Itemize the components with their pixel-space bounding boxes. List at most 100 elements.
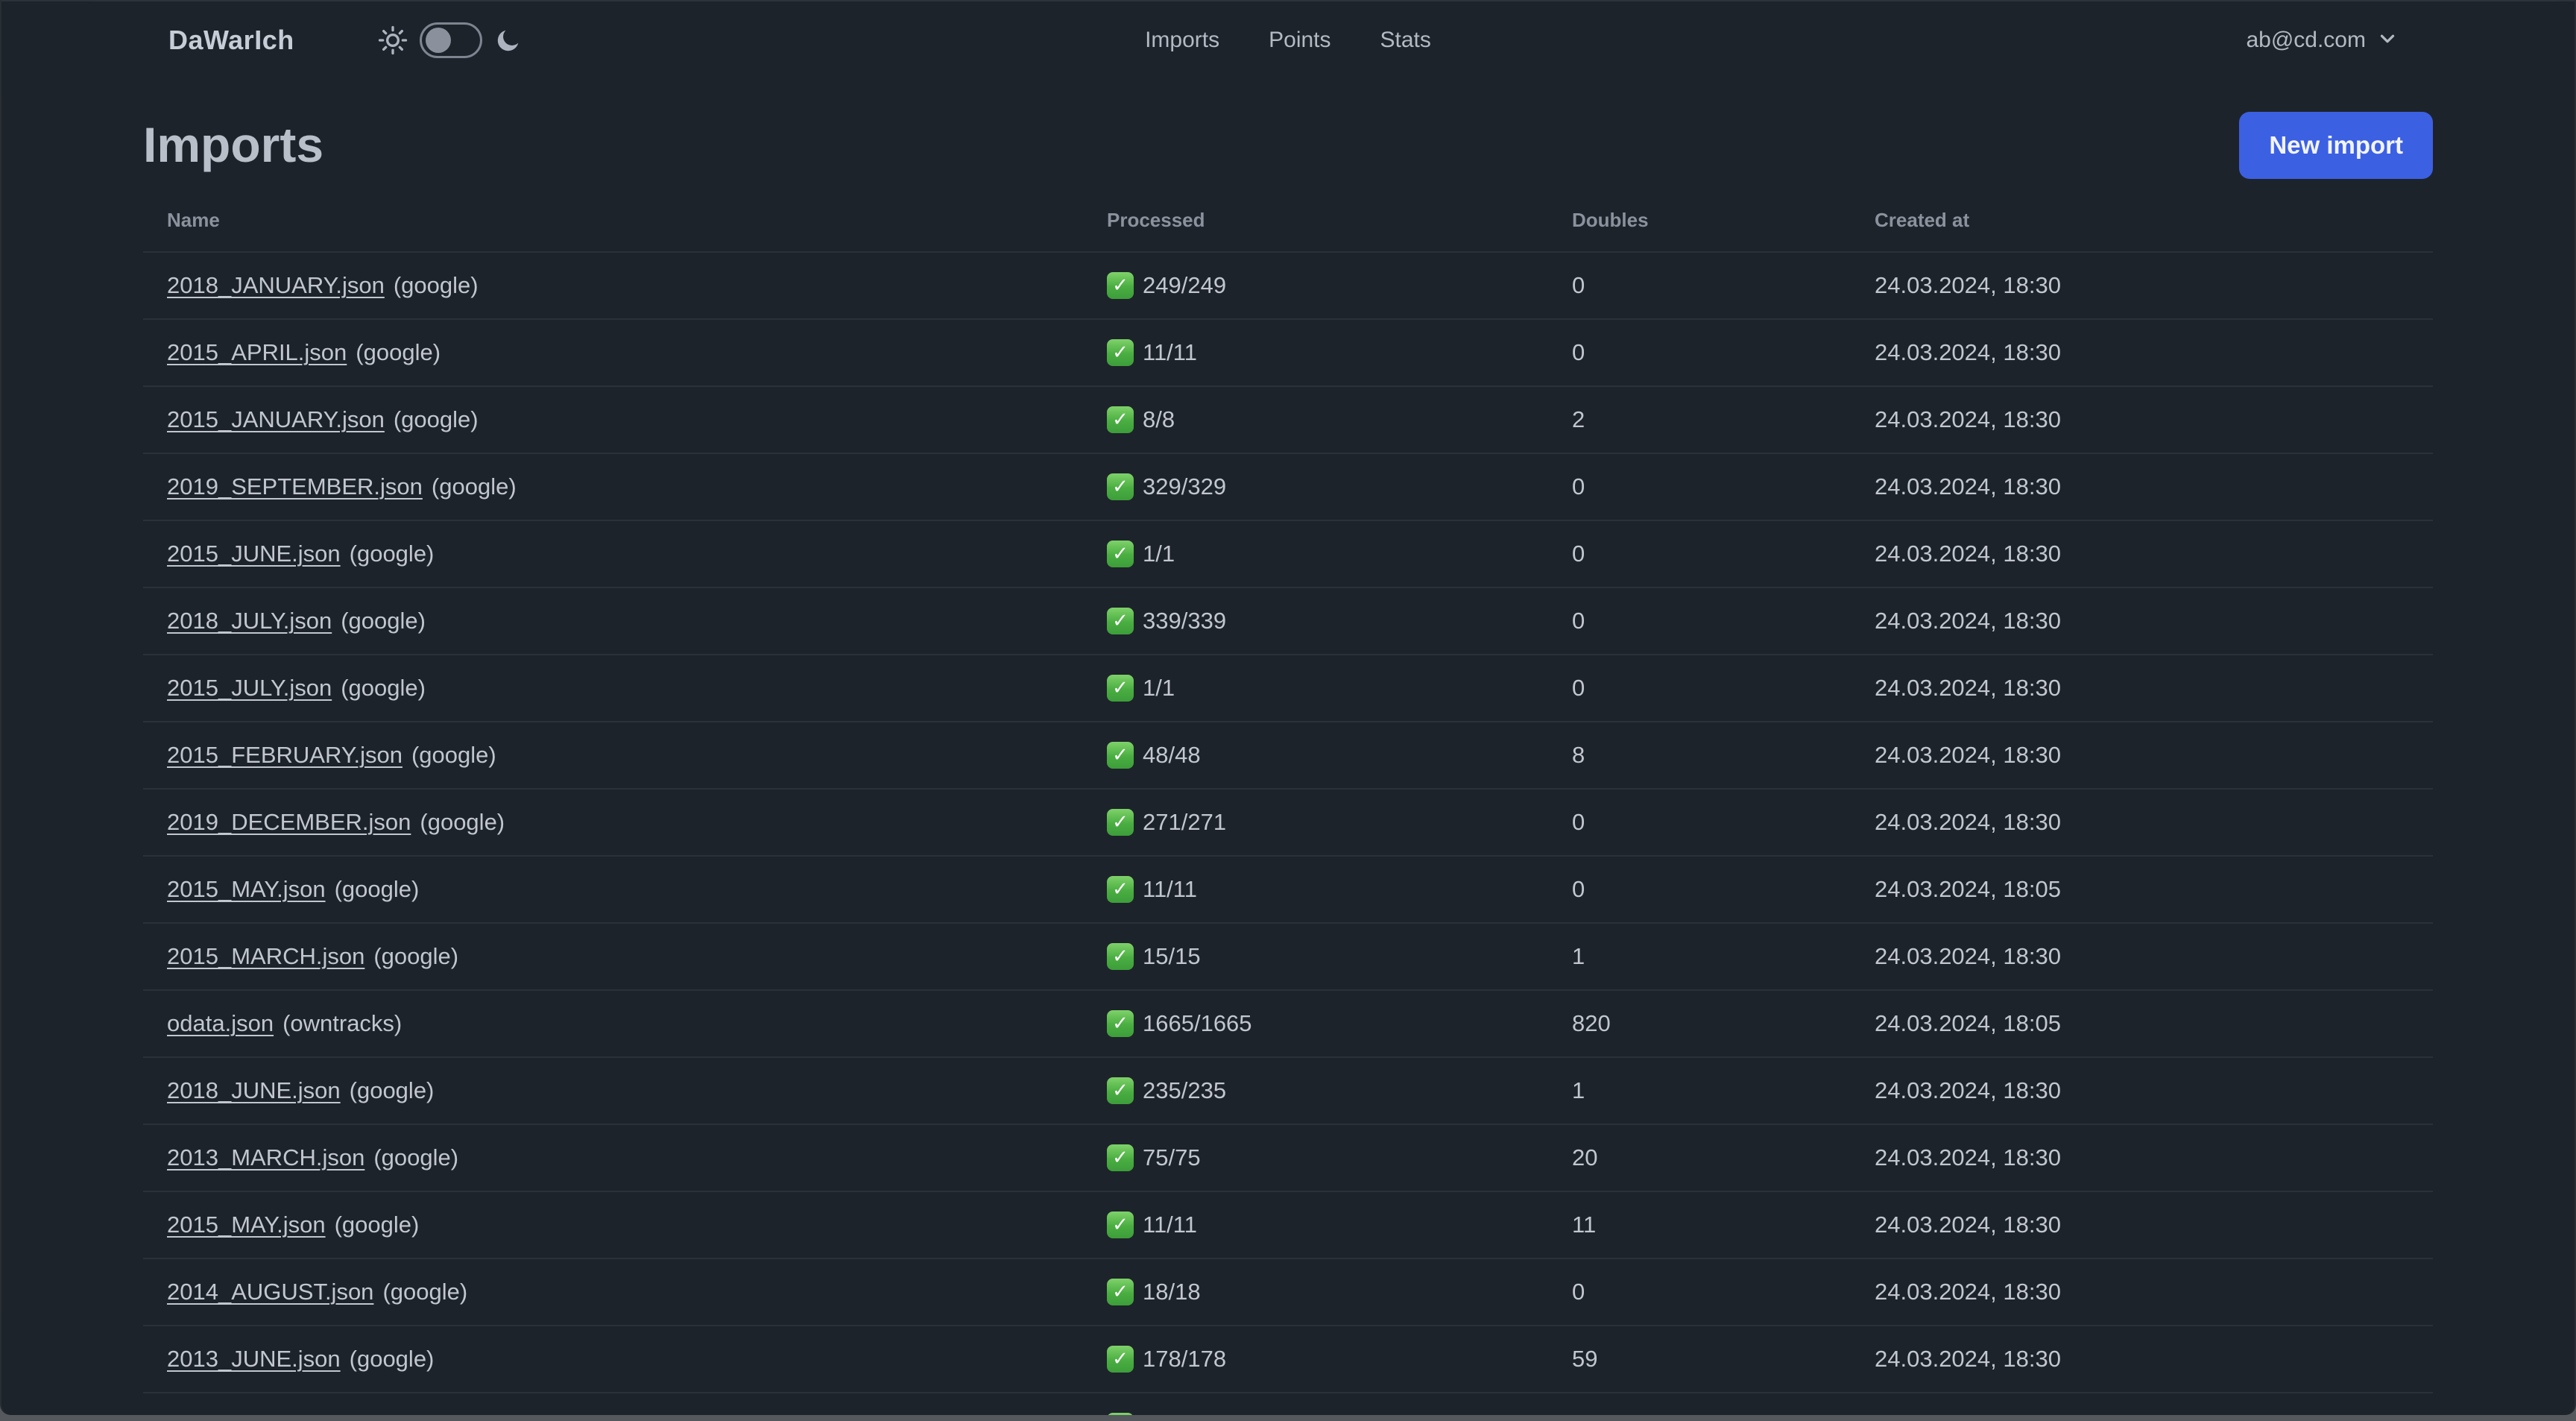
table-row: 2015_JULY.json (google) ✓ 1/1 0 24.03.202… <box>143 654 2433 721</box>
check-mark-icon: ✓ <box>1107 1212 1134 1238</box>
import-source-label: (google) <box>356 339 441 365</box>
name-cell: 2019_SEPTEMBER.json (google) <box>167 473 1107 500</box>
new-import-button[interactable]: New import <box>2239 112 2433 179</box>
doubles-count: 59 <box>1572 1346 1598 1372</box>
import-source-label: (google) <box>420 809 505 835</box>
import-file-link[interactable]: 2013_JUNE.json <box>167 1346 341 1372</box>
table-row: 2019_SEPTEMBER.json (google) ✓ 329/329 0 … <box>143 453 2433 520</box>
import-file-link[interactable]: 2018_JANUARY.json <box>167 272 385 298</box>
import-file-link[interactable]: 2015_APRIL.json <box>167 339 347 365</box>
processed-count: 1/1 <box>1143 541 1175 567</box>
processed-cell: ✓ 8/8 <box>1107 406 1572 433</box>
processed-count: 271/271 <box>1143 809 1227 835</box>
import-source-label: (google) <box>334 876 420 902</box>
name-cell: 2013_MARCH.json (google) <box>167 1144 1107 1171</box>
import-file-link[interactable]: 2015_MAY.json <box>167 876 326 902</box>
import-source-label: (google) <box>382 1279 468 1305</box>
name-cell: 2018_JUNE.json (google) <box>167 1077 1107 1104</box>
name-cell: odata.json (owntracks) <box>167 1010 1107 1037</box>
import-file-link[interactable]: 2015_FEBRUARY.json <box>167 742 402 768</box>
user-menu[interactable]: ab@cd.com <box>2246 28 2399 54</box>
check-mark-icon: ✓ <box>1107 339 1134 366</box>
import-file-link[interactable]: 2019_SEPTEMBER.json <box>167 473 423 500</box>
doubles-count: 0 <box>1572 272 1585 298</box>
doubles-count: 2 <box>1572 406 1585 432</box>
name-cell: 2015_JULY.json (google) <box>167 675 1107 702</box>
nav-link-stats[interactable]: Stats <box>1380 28 1431 53</box>
nav-link-imports[interactable]: Imports <box>1145 28 1219 53</box>
doubles-count: 1 <box>1572 1077 1585 1103</box>
import-file-link[interactable]: odata.json <box>167 1010 274 1036</box>
import-source-label: (google) <box>373 943 459 969</box>
import-file-link[interactable]: 2018_JUNE.json <box>167 1077 341 1103</box>
table-row: 2015_APRIL.json (google) ✓ 11/11 0 24.03.… <box>143 318 2433 385</box>
import-source-label: (google) <box>334 1212 420 1238</box>
processed-count: 8/8 <box>1143 406 1175 432</box>
import-file-link[interactable]: 2018_JULY.json <box>167 608 332 634</box>
processed-count: 11/11 <box>1143 339 1197 365</box>
column-header-processed: Processed <box>1107 209 1205 231</box>
created-at: 24.03.2024, 18:30 <box>1875 675 2061 701</box>
import-source-label: (google) <box>393 272 479 298</box>
table-row: 2015_FEBRUARY.json (google) ✓ 48/48 8 24.… <box>143 721 2433 788</box>
name-cell: 2015_FEBRUARY.json (google) <box>167 742 1107 769</box>
name-cell: 2018_JANUARY.json (google) <box>167 272 1107 299</box>
processed-cell: ✓ 249/249 <box>1107 272 1572 299</box>
name-cell: 2015_JANUARY.json (google) <box>167 406 1107 433</box>
import-file-link[interactable]: 2015_JUNE.json <box>167 541 341 567</box>
check-mark-icon: ✓ <box>1107 943 1134 970</box>
processed-cell: ✓ <box>1107 1393 1572 1415</box>
processed-cell: ✓ 15/15 <box>1107 943 1572 970</box>
import-file-link[interactable]: 2014_AUGUST.json <box>167 1279 373 1305</box>
import-source-label: (google) <box>431 473 517 500</box>
created-at: 24.03.2024, 18:30 <box>1875 272 2061 298</box>
check-mark-icon: ✓ <box>1107 1346 1134 1373</box>
processed-cell: ✓ 1/1 <box>1107 675 1572 702</box>
name-cell <box>167 1393 1107 1415</box>
imports-table: Name Processed Doubles Created at 2018_J… <box>143 209 2433 1415</box>
processed-cell: ✓ 11/11 <box>1107 1212 1572 1238</box>
import-file-link[interactable]: 2015_MAY.json <box>167 1212 326 1238</box>
doubles-count: 0 <box>1572 675 1585 701</box>
processed-count: 178/178 <box>1143 1346 1227 1372</box>
name-cell: 2019_DECEMBER.json (google) <box>167 809 1107 836</box>
table-row: 2018_JUNE.json (google) ✓ 235/235 1 24.03… <box>143 1056 2433 1124</box>
table-row: 2013_JUNE.json (google) ✓ 178/178 59 24.0… <box>143 1325 2433 1392</box>
doubles-count: 0 <box>1572 1279 1585 1305</box>
nav-link-points[interactable]: Points <box>1269 28 1330 53</box>
processed-count: 75/75 <box>1143 1144 1201 1170</box>
theme-switch[interactable] <box>419 22 482 58</box>
table-row: 2013_MARCH.json (google) ✓ 75/75 20 24.03… <box>143 1124 2433 1191</box>
import-file-link[interactable]: 2013_MARCH.json <box>167 1144 364 1170</box>
import-file-link[interactable]: 2015_MARCH.json <box>167 943 364 969</box>
processed-cell: ✓ 235/235 <box>1107 1077 1572 1104</box>
import-file-link[interactable]: 2019_DECEMBER.json <box>167 809 411 835</box>
table-row: 2015_JUNE.json (google) ✓ 1/1 0 24.03.202… <box>143 520 2433 587</box>
created-at: 24.03.2024, 18:30 <box>1875 1279 2061 1305</box>
doubles-count: 0 <box>1572 809 1585 835</box>
doubles-count: 20 <box>1572 1144 1598 1170</box>
created-at: 24.03.2024, 18:30 <box>1875 406 2061 432</box>
processed-cell: ✓ 271/271 <box>1107 809 1572 836</box>
doubles-count: 0 <box>1572 541 1585 567</box>
created-at: 24.03.2024, 18:05 <box>1875 1010 2061 1036</box>
import-file-link[interactable]: 2015_JULY.json <box>167 675 332 701</box>
import-source-label: (google) <box>411 742 496 768</box>
check-mark-icon: ✓ <box>1107 541 1134 567</box>
check-mark-icon: ✓ <box>1107 1010 1134 1037</box>
navbar: DaWarIch Imports Points Stats ab@cd.com <box>1 1 2575 79</box>
app-logo[interactable]: DaWarIch <box>168 25 294 56</box>
chevron-down-icon <box>2376 28 2399 54</box>
processed-cell: ✓ 11/11 <box>1107 876 1572 903</box>
table-row: 2014_AUGUST.json (google) ✓ 18/18 0 24.03… <box>143 1258 2433 1325</box>
processed-count: 249/249 <box>1143 272 1227 298</box>
processed-count: 1/1 <box>1143 675 1175 701</box>
name-cell: 2015_APRIL.json (google) <box>167 339 1107 366</box>
import-file-link[interactable]: 2015_JANUARY.json <box>167 406 385 432</box>
check-mark-icon: ✓ <box>1107 742 1134 769</box>
created-at: 24.03.2024, 18:05 <box>1875 876 2061 902</box>
processed-cell: ✓ 339/339 <box>1107 608 1572 634</box>
check-mark-icon: ✓ <box>1107 272 1134 299</box>
check-mark-icon: ✓ <box>1107 1279 1134 1305</box>
processed-cell: ✓ 1/1 <box>1107 541 1572 567</box>
